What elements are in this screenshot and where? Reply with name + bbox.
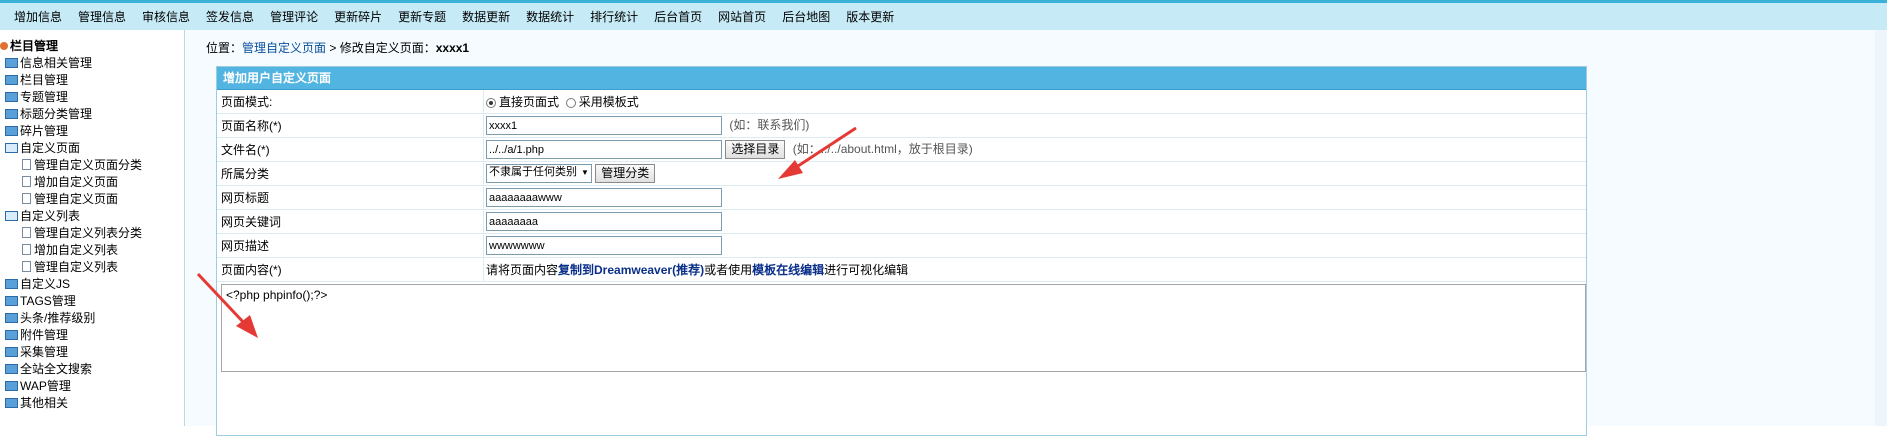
arrow-to-filename (778, 126, 857, 179)
arrow-to-editor (196, 272, 258, 338)
annotation-arrows (196, 126, 857, 338)
